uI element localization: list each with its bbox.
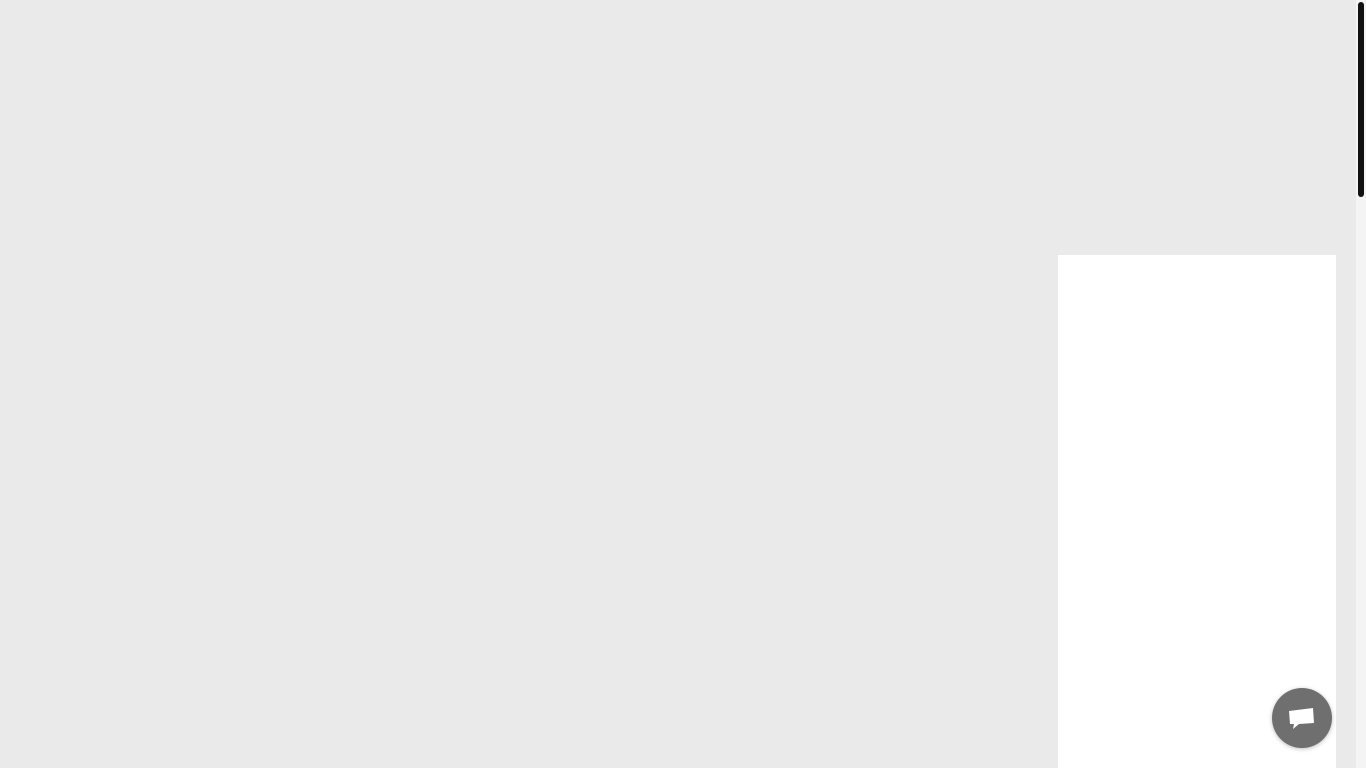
scrollbar-thumb[interactable] <box>1358 2 1364 197</box>
chat-launcher-button[interactable] <box>1272 688 1332 748</box>
browser-viewport <box>0 0 1366 768</box>
chat-bubble-icon <box>1289 708 1314 729</box>
